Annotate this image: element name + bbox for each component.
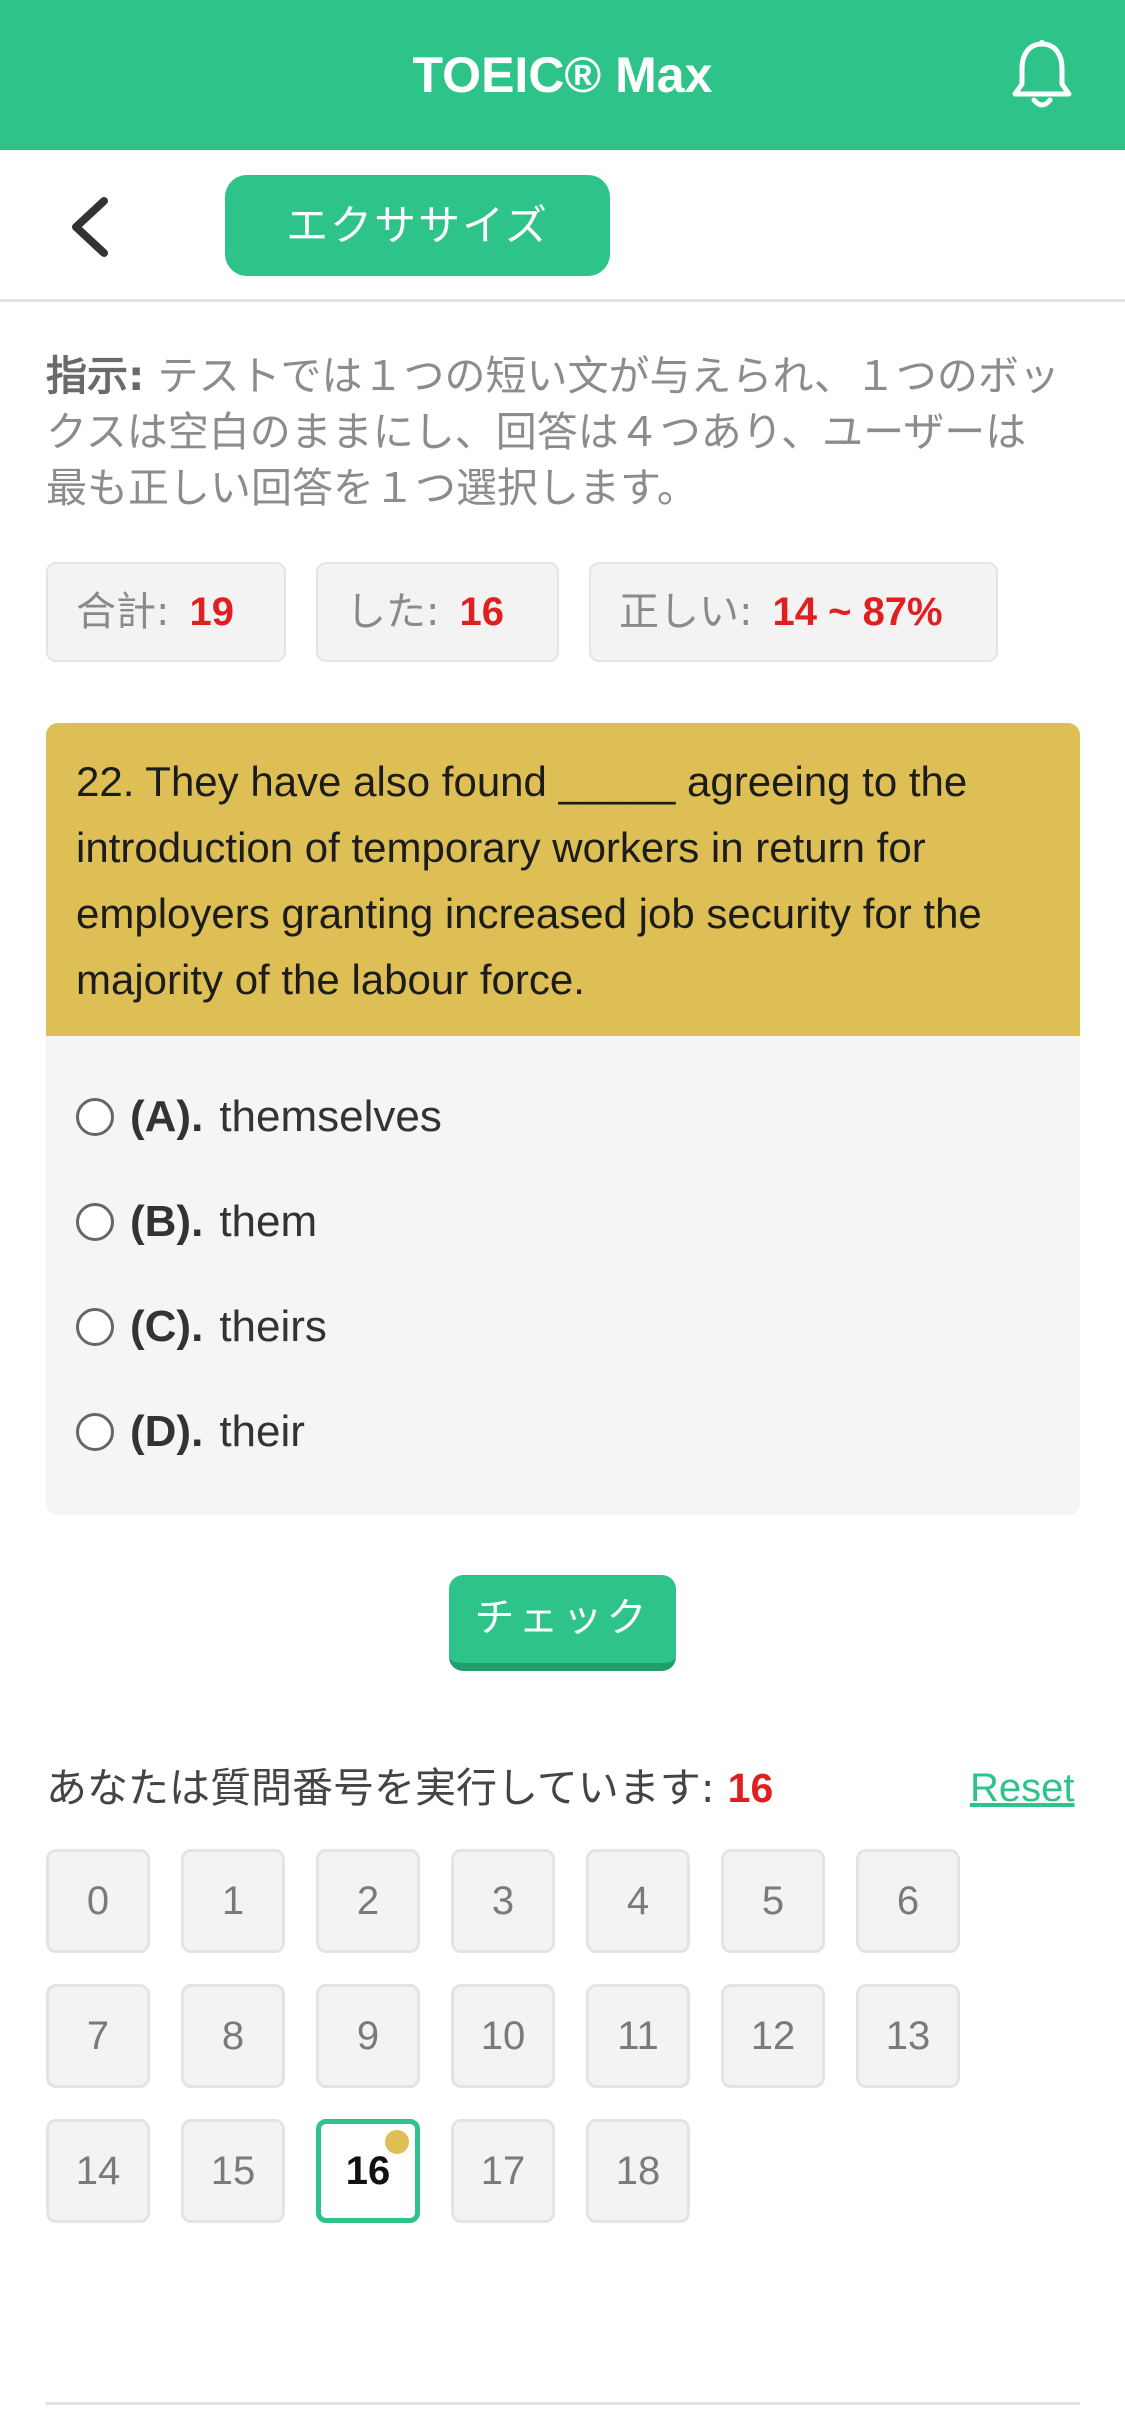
option-c[interactable]: (C). theirs [76, 1292, 327, 1362]
bell-icon[interactable] [1010, 38, 1074, 112]
stat-correct-label: 正しい: [619, 589, 753, 635]
option-letter: (C). [130, 1302, 204, 1351]
question-number-button[interactable]: 12 [721, 1984, 825, 2088]
radio-button[interactable] [76, 1413, 114, 1451]
question-number-button[interactable]: 7 [46, 1984, 150, 2088]
running-label: あなたは質問番号を実行しています: [46, 1764, 715, 1812]
question-number-label: 16 [345, 2149, 391, 2193]
option-a[interactable]: (A). themselves [76, 1082, 442, 1152]
app-title: TOEIC® Max [412, 47, 713, 103]
option-letter: (D). [130, 1407, 204, 1456]
question-number-button[interactable]: 10 [451, 1984, 555, 2088]
app-bar: TOEIC® Max [0, 0, 1125, 150]
option-text: theirs [219, 1302, 327, 1351]
option-text: themselves [219, 1092, 442, 1141]
question-number-button[interactable]: 6 [856, 1849, 960, 1953]
question-card: 22. They have also found _____ agreeing … [46, 723, 1080, 1515]
stat-total: 合計: 19 [46, 562, 286, 662]
option-letter: (B). [130, 1197, 204, 1246]
stat-done-value: 16 [459, 590, 504, 634]
question-number-button-current[interactable]: 16 [316, 2119, 420, 2223]
question-number-button[interactable]: 3 [451, 1849, 555, 1953]
stat-correct: 正しい: 14 ~ 87% [589, 562, 998, 662]
question-number-button[interactable]: 17 [451, 2119, 555, 2223]
instructions-text: テストでは１つの短い文が与えられ、１つのボックスは空白のままにし、回答は４つあり… [46, 352, 1060, 512]
sub-header: エクササイズ [0, 150, 1125, 302]
stat-done: した: 16 [316, 562, 559, 662]
question-number-button[interactable]: 5 [721, 1849, 825, 1953]
radio-button[interactable] [76, 1098, 114, 1136]
running-question: あなたは質問番号を実行しています: 16 [46, 1758, 773, 1818]
question-number-button[interactable]: 8 [181, 1984, 285, 2088]
instructions: 指示: テストでは１つの短い文が与えられ、１つのボックスは空白のままにし、回答は… [46, 348, 1066, 516]
option-b[interactable]: (B). them [76, 1187, 317, 1257]
stat-total-value: 19 [189, 590, 234, 634]
instructions-label: 指示: [46, 352, 145, 400]
chevron-left-icon[interactable] [62, 195, 122, 259]
current-question-number: 16 [727, 1765, 774, 1811]
check-button[interactable]: チェック [449, 1575, 676, 1671]
stat-done-label: した: [346, 589, 440, 635]
question-number-button[interactable]: 15 [181, 2119, 285, 2223]
stat-total-label: 合計: [76, 589, 170, 635]
current-indicator-dot [385, 2130, 409, 2154]
reset-link[interactable]: Reset [970, 1758, 1075, 1818]
stat-correct-value: 14 ~ 87% [772, 590, 943, 634]
option-text: them [219, 1197, 318, 1246]
radio-button[interactable] [76, 1308, 114, 1346]
question-number-button[interactable]: 0 [46, 1849, 150, 1953]
option-letter: (A). [130, 1092, 204, 1141]
question-number-button[interactable]: 2 [316, 1849, 420, 1953]
exercise-button[interactable]: エクササイズ [225, 175, 610, 276]
question-number-button[interactable]: 14 [46, 2119, 150, 2223]
question-number-button[interactable]: 4 [586, 1849, 690, 1953]
question-number-button[interactable]: 1 [181, 1849, 285, 1953]
question-text: 22. They have also found _____ agreeing … [46, 723, 1080, 1036]
question-number-button[interactable]: 13 [856, 1984, 960, 2088]
option-d[interactable]: (D). their [76, 1397, 305, 1467]
question-number-button[interactable]: 11 [586, 1984, 690, 2088]
option-text: their [219, 1407, 305, 1456]
question-number-button[interactable]: 18 [586, 2119, 690, 2223]
divider [46, 2402, 1080, 2405]
question-number-button[interactable]: 9 [316, 1984, 420, 2088]
radio-button[interactable] [76, 1203, 114, 1241]
